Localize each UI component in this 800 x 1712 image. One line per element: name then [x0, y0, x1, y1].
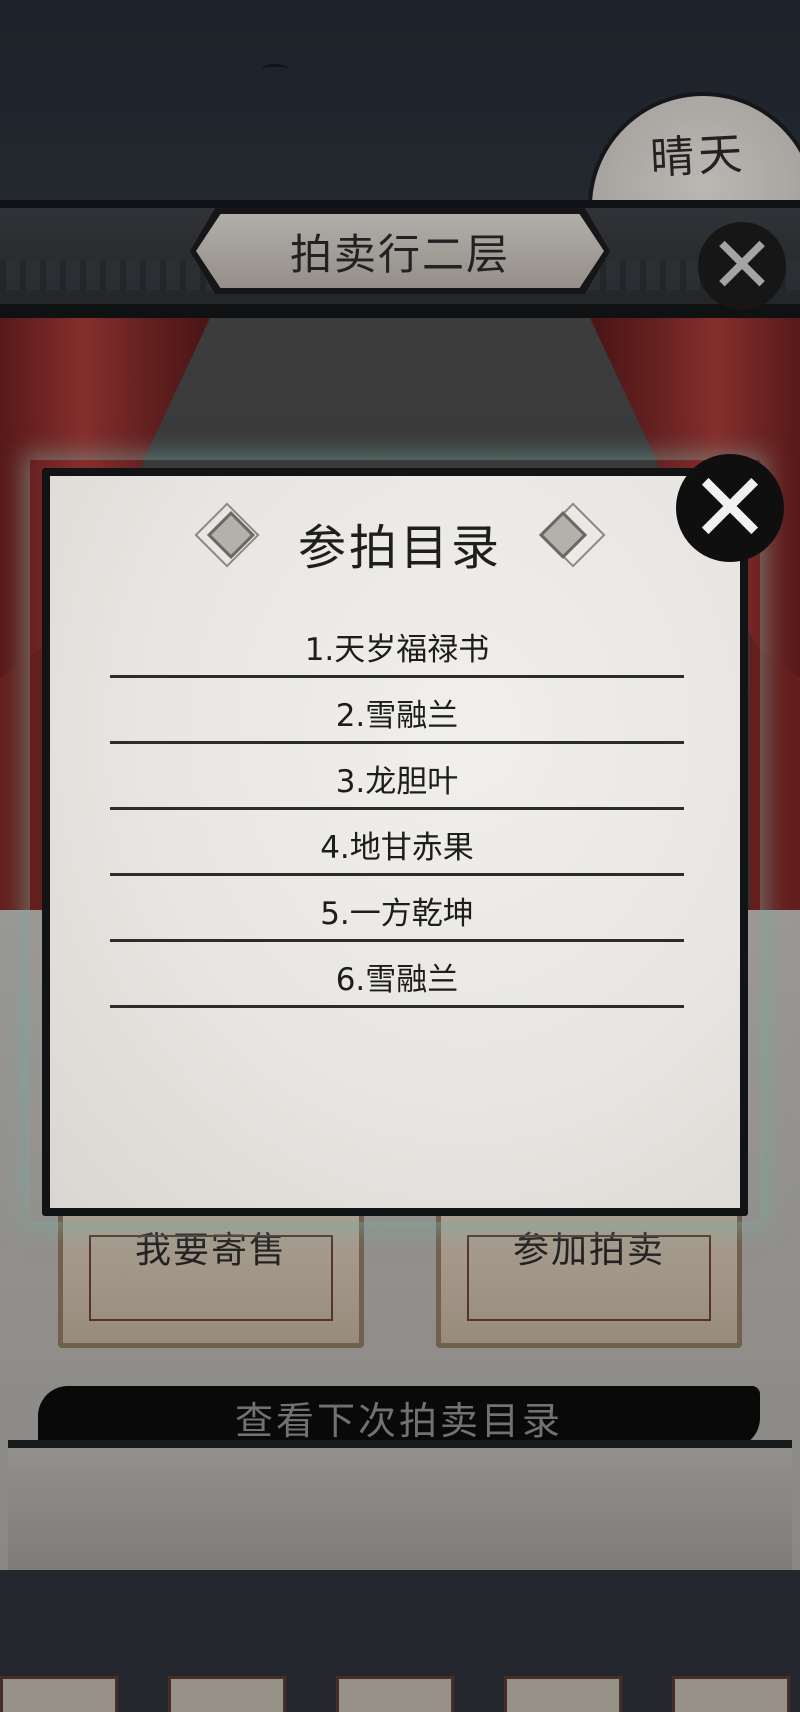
list-item: 1.天岁福禄书 [110, 618, 684, 678]
list-item: 6.雪融兰 [110, 948, 684, 1008]
list-item: 4.地甘赤果 [110, 816, 684, 876]
list-item: 5.一方乾坤 [110, 882, 684, 942]
list-item: 2.雪融兰 [110, 684, 684, 744]
list-item: 3.龙胆叶 [110, 750, 684, 810]
close-icon[interactable]: ✕ [676, 454, 784, 562]
